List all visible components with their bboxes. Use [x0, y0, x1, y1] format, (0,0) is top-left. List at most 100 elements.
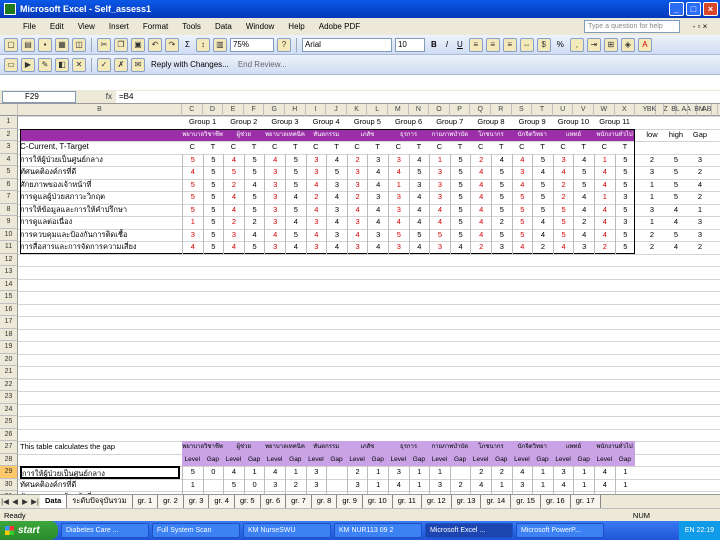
- fx-icon[interactable]: fx: [76, 92, 116, 101]
- calc-cell[interactable]: 3: [346, 478, 368, 491]
- score-cell[interactable]: 5: [202, 178, 224, 191]
- score-cell[interactable]: 4: [264, 153, 285, 166]
- underline-button[interactable]: U: [454, 40, 466, 49]
- row-header[interactable]: 13: [0, 266, 18, 279]
- row-header[interactable]: 2: [0, 128, 18, 141]
- score-cell[interactable]: 5: [614, 153, 636, 166]
- competency-label[interactable]: การให้ข้อมูลและการให้คำปรึกษา: [20, 204, 180, 217]
- sheet-tab[interactable]: gr. 14: [481, 495, 512, 508]
- sheet-tab[interactable]: Data: [40, 495, 68, 508]
- score-cell[interactable]: 2: [243, 216, 265, 229]
- calc-cell[interactable]: 2: [285, 478, 306, 491]
- score-cell[interactable]: 1: [594, 153, 615, 166]
- score-cell[interactable]: 5: [511, 216, 533, 229]
- score-cell[interactable]: 4: [573, 203, 594, 216]
- score-cell[interactable]: 5: [243, 166, 265, 179]
- row-header[interactable]: 5: [0, 166, 18, 179]
- ct-header-cell[interactable]: T: [367, 141, 388, 154]
- calc-cell[interactable]: 1: [532, 466, 553, 479]
- menu-view[interactable]: View: [71, 22, 102, 31]
- score-cell[interactable]: 4: [182, 166, 203, 179]
- score-cell[interactable]: 4: [182, 241, 203, 254]
- score-cell[interactable]: 4: [470, 191, 491, 204]
- score-cell[interactable]: 2: [470, 153, 491, 166]
- name-box[interactable]: F29: [2, 90, 76, 103]
- score-cell[interactable]: 4: [305, 178, 327, 191]
- score-cell[interactable]: 5: [491, 203, 512, 216]
- row-header[interactable]: 14: [0, 278, 18, 291]
- calc-cell[interactable]: 3: [264, 478, 285, 491]
- summary-cell[interactable]: 5: [664, 229, 688, 242]
- score-cell[interactable]: 4: [223, 203, 244, 216]
- ct-header-cell[interactable]: T: [409, 141, 430, 154]
- column-header[interactable]: F: [244, 104, 265, 116]
- print-icon[interactable]: ▦: [55, 37, 69, 52]
- score-cell[interactable]: 3: [388, 241, 409, 254]
- row-header[interactable]: 11: [0, 241, 18, 254]
- score-cell[interactable]: 3: [326, 203, 347, 216]
- currency-icon[interactable]: $: [536, 37, 551, 52]
- summary-cell[interactable]: 3: [688, 229, 712, 242]
- ct-header-cell[interactable]: C: [347, 141, 368, 154]
- score-cell[interactable]: 3: [305, 153, 327, 166]
- score-cell[interactable]: 5: [491, 191, 512, 204]
- menu-file[interactable]: File: [16, 22, 43, 31]
- calc-cell[interactable]: 0: [202, 466, 224, 479]
- calc-cell[interactable]: 2: [449, 478, 471, 491]
- score-cell[interactable]: 4: [470, 216, 491, 229]
- calc-cell[interactable]: [449, 466, 471, 479]
- ct-header-cell[interactable]: C: [470, 141, 491, 154]
- reply-with-changes-button[interactable]: Reply with Changes...: [148, 60, 232, 69]
- align-left-icon[interactable]: ≡: [468, 37, 483, 52]
- summary-cell[interactable]: 1: [640, 191, 664, 204]
- menu-data[interactable]: Data: [208, 22, 239, 31]
- summary-cell[interactable]: 2: [688, 241, 712, 254]
- score-cell[interactable]: 3: [429, 191, 450, 204]
- score-cell[interactable]: 4: [223, 191, 244, 204]
- score-cell[interactable]: 4: [223, 153, 244, 166]
- score-cell[interactable]: 5: [573, 166, 594, 179]
- score-cell[interactable]: 4: [346, 228, 368, 241]
- score-cell[interactable]: 4: [367, 166, 388, 179]
- minimize-button[interactable]: _: [669, 2, 684, 16]
- score-cell[interactable]: 5: [429, 228, 450, 241]
- ct-header-cell[interactable]: C: [429, 141, 450, 154]
- score-cell[interactable]: 5: [614, 166, 636, 179]
- score-cell[interactable]: 4: [594, 228, 615, 241]
- next-sheet-icon[interactable]: ▶: [20, 497, 30, 506]
- score-cell[interactable]: 4: [408, 203, 430, 216]
- score-cell[interactable]: 4: [594, 178, 615, 191]
- sheet-tab[interactable]: gr. 5: [234, 495, 261, 508]
- score-cell[interactable]: 5: [511, 203, 533, 216]
- autosum-button[interactable]: Σ: [182, 40, 193, 49]
- score-cell[interactable]: 5: [285, 203, 306, 216]
- sheet-tab[interactable]: gr. 15: [511, 495, 541, 508]
- score-cell[interactable]: 4: [388, 166, 409, 179]
- ct-header-cell[interactable]: T: [450, 141, 471, 154]
- score-cell[interactable]: 4: [511, 153, 533, 166]
- merge-center-icon[interactable]: ⇔: [519, 37, 534, 52]
- row-header[interactable]: 24: [0, 403, 18, 416]
- score-cell[interactable]: 1: [388, 178, 409, 191]
- row-header[interactable]: 18: [0, 328, 18, 341]
- calc-cell[interactable]: 2: [346, 466, 368, 479]
- score-cell[interactable]: 5: [408, 228, 430, 241]
- show-icon[interactable]: ◧: [55, 57, 69, 72]
- column-header[interactable]: L: [367, 104, 388, 116]
- taskbar-item[interactable]: Microsoft Excel ...: [425, 523, 513, 538]
- ct-header-cell[interactable]: C: [264, 141, 285, 154]
- column-header[interactable]: BK: [640, 104, 664, 116]
- score-cell[interactable]: 5: [182, 178, 203, 191]
- column-header[interactable]: B: [18, 104, 182, 116]
- score-cell[interactable]: 4: [470, 203, 491, 216]
- column-header[interactable]: V: [573, 104, 594, 116]
- italic-button[interactable]: I: [443, 40, 451, 49]
- score-cell[interactable]: 3: [264, 166, 285, 179]
- score-cell[interactable]: 2: [491, 216, 512, 229]
- row-header[interactable]: 3: [0, 141, 18, 154]
- summary-cell[interactable]: 3: [688, 216, 712, 229]
- calc-cell[interactable]: 3: [305, 466, 327, 479]
- score-cell[interactable]: 4: [408, 153, 430, 166]
- score-cell[interactable]: 5: [388, 228, 409, 241]
- system-tray-clock[interactable]: EN 22:19: [678, 521, 720, 540]
